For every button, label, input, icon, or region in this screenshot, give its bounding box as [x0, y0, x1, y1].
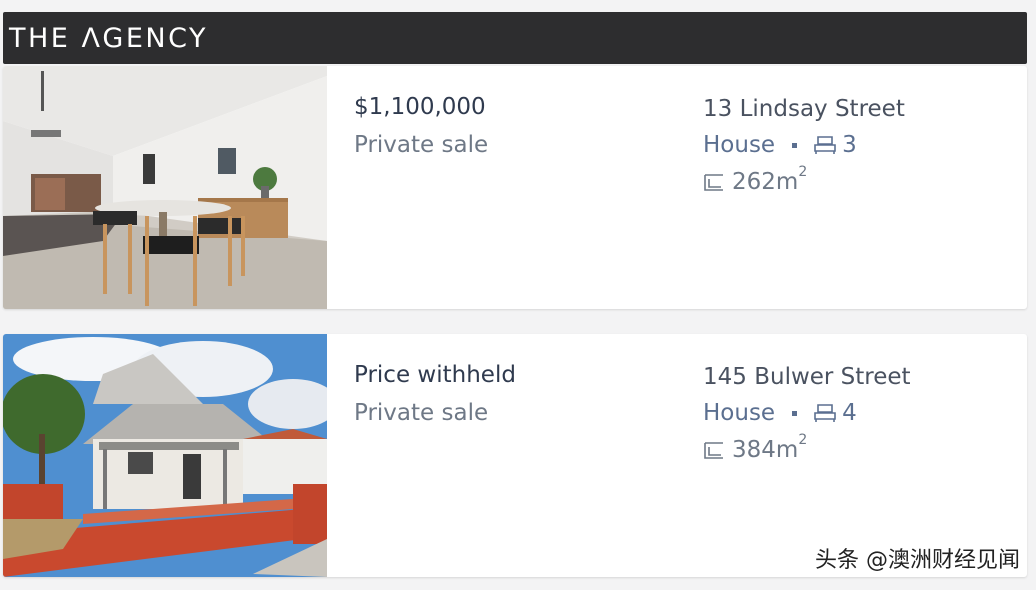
listing-photo[interactable] — [3, 66, 327, 309]
bed-icon — [813, 135, 837, 155]
bed-icon — [813, 403, 837, 423]
land-area: 384m 2 — [703, 432, 807, 463]
land-size-icon — [703, 440, 725, 460]
property-type: House — [703, 132, 776, 158]
property-details: House 3 — [703, 132, 857, 158]
separator-dot — [792, 142, 798, 148]
separator-dot — [792, 410, 798, 416]
listing-address[interactable]: 145 Bulwer Street — [703, 364, 911, 390]
property-details: House 4 — [703, 400, 857, 426]
listing-photo[interactable] — [3, 334, 327, 577]
bedroom-count: 3 — [842, 132, 857, 158]
listing-card[interactable]: $1,100,000 Private sale 13 Lindsay Stree… — [3, 66, 1027, 309]
agency-logo: THE ΛGENCY — [9, 22, 208, 54]
sale-type: Private sale — [354, 400, 489, 426]
land-size-icon — [703, 172, 725, 192]
area-unit-superscript: 2 — [798, 432, 808, 448]
brand-header: THE ΛGENCY — [3, 12, 1027, 64]
listing-price: Price withheld — [354, 362, 516, 388]
listing-address[interactable]: 13 Lindsay Street — [703, 96, 905, 122]
property-type: House — [703, 400, 776, 426]
watermark-text: 头条 @澳洲财经见闻 — [815, 542, 1020, 574]
land-area-value: 262m — [732, 169, 799, 195]
listing-price: $1,100,000 — [354, 94, 486, 120]
bedroom-count: 4 — [842, 400, 857, 426]
area-unit-superscript: 2 — [798, 164, 808, 180]
sale-type: Private sale — [354, 132, 489, 158]
land-area-value: 384m — [732, 437, 799, 463]
land-area: 262m 2 — [703, 164, 807, 195]
listing-card[interactable]: Price withheld Private sale 145 Bulwer S… — [3, 334, 1027, 577]
